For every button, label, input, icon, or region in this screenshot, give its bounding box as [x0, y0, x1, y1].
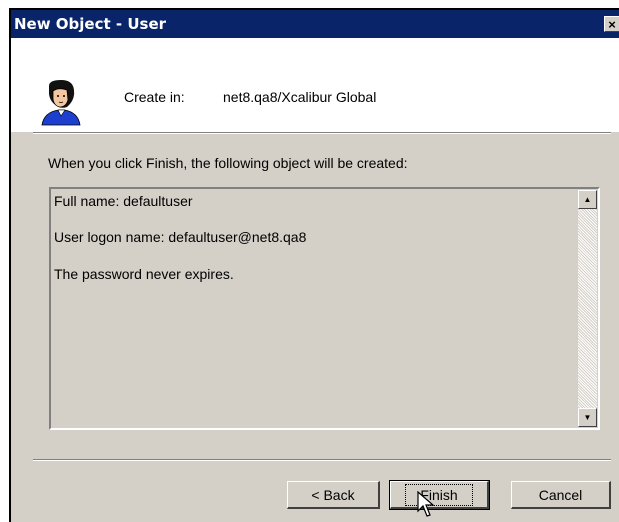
scroll-up-arrow-icon[interactable]: ▲	[578, 190, 597, 209]
header-panel: Create in: net8.qa8/Xcalibur Global	[11, 38, 619, 132]
footer-divider	[33, 459, 611, 461]
cancel-button-label: Cancel	[538, 487, 583, 503]
summary-password-policy: The password never expires.	[54, 266, 234, 282]
create-in-path: net8.qa8/Xcalibur Global	[223, 89, 377, 105]
scroll-down-arrow-icon[interactable]: ▼	[578, 408, 597, 427]
back-button[interactable]: < Back	[287, 481, 380, 509]
back-button-label: < Back	[311, 487, 355, 503]
finish-button[interactable]: Finish	[389, 480, 490, 510]
create-in-label: Create in:	[124, 89, 185, 105]
close-button[interactable]: ×	[604, 16, 619, 32]
window-title: New Object - User	[14, 15, 167, 33]
summary-full-name: Full name: defaultuser	[54, 193, 193, 209]
intro-text: When you click Finish, the following obj…	[48, 155, 408, 171]
vertical-scrollbar[interactable]: ▲ ▼	[578, 190, 597, 427]
title-bar[interactable]: New Object - User ×	[11, 10, 619, 38]
summary-logon-name: User logon name: defaultuser@net8.qa8	[54, 229, 307, 245]
cancel-button[interactable]: Cancel	[511, 481, 611, 509]
summary-textbox[interactable]: Full name: defaultuser User logon name: …	[49, 187, 600, 430]
close-icon: ×	[608, 17, 616, 32]
new-object-user-dialog: New Object - User × Create in: net8.qa8/…	[9, 8, 619, 522]
header-divider	[33, 132, 611, 134]
user-icon	[41, 80, 81, 126]
mouse-pointer-icon	[417, 491, 435, 517]
